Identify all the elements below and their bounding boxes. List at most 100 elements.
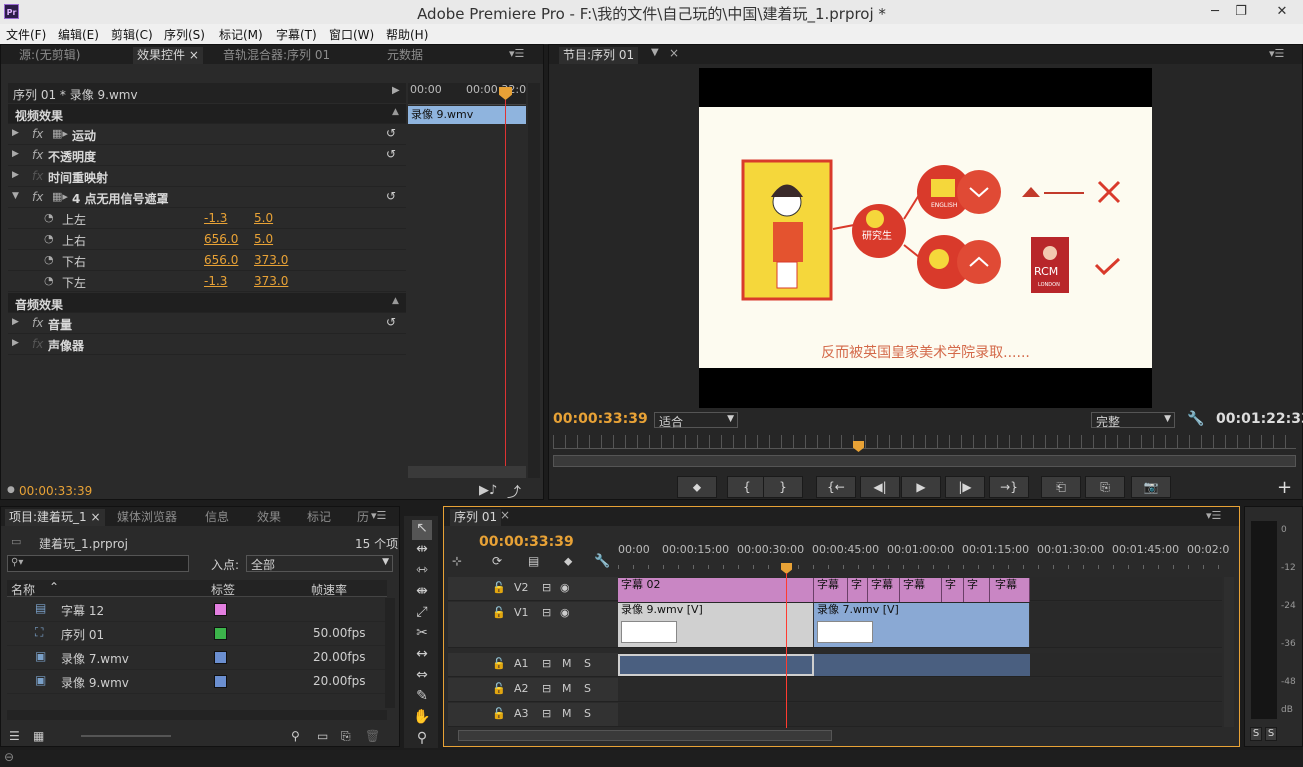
col-name[interactable]: 名称 bbox=[11, 581, 35, 598]
wrench-icon[interactable]: 🔧 bbox=[594, 554, 610, 569]
add-button-icon[interactable]: + bbox=[1277, 477, 1292, 498]
speaker-icon[interactable]: ⊟ bbox=[542, 707, 551, 720]
sort-up-icon[interactable]: ⌃ bbox=[49, 580, 59, 594]
wrench-icon[interactable]: 🔧 bbox=[1187, 411, 1204, 427]
effect-row[interactable]: ▶ fx 不透明度 ↺ bbox=[8, 146, 406, 166]
quality-dropdown[interactable]: 完整 ▼ bbox=[1091, 412, 1175, 429]
disclosure-arrow-icon[interactable]: ▶ bbox=[12, 170, 19, 180]
tab-source[interactable]: 源:(无剪辑) bbox=[15, 47, 84, 64]
transport-button-7[interactable]: →} bbox=[989, 476, 1029, 498]
new-bin-icon[interactable]: ▭ bbox=[317, 729, 328, 743]
new-item-icon[interactable]: ⎘ bbox=[341, 729, 351, 744]
effect-row[interactable]: ▶ fx 声像器 bbox=[8, 335, 406, 355]
list-item[interactable]: ▣ 录像 9.wmv 20.00fps bbox=[7, 670, 387, 694]
param-y[interactable]: 373.0 bbox=[254, 274, 288, 288]
program-ruler[interactable] bbox=[553, 435, 1296, 449]
title-clip[interactable]: 字幕 bbox=[900, 578, 942, 602]
project-vscroll[interactable] bbox=[385, 598, 395, 708]
reset-icon[interactable]: ↺ bbox=[386, 315, 396, 329]
menu-clip[interactable]: 剪辑(C) bbox=[111, 26, 153, 43]
solo-right-button[interactable]: S bbox=[1265, 727, 1277, 741]
effect-row[interactable]: ▶ fx ▦▸ 运动 ↺ bbox=[8, 125, 406, 145]
param-x[interactable]: -1.3 bbox=[204, 211, 227, 225]
video-clip[interactable]: 录像 7.wmv [V] bbox=[814, 603, 1030, 647]
title-clip[interactable]: 字 bbox=[964, 578, 990, 602]
panel-menu-icon[interactable]: ▾☰ bbox=[371, 509, 386, 522]
label-swatch[interactable] bbox=[214, 651, 227, 664]
speaker-icon[interactable]: ⊟ bbox=[542, 682, 551, 695]
eye-icon[interactable]: ◉ bbox=[560, 581, 570, 594]
transport-button-6[interactable]: |▶ bbox=[945, 476, 985, 498]
title-clip[interactable]: 字幕 bbox=[868, 578, 900, 602]
slip-tool-icon[interactable]: ↔ bbox=[412, 646, 432, 666]
transport-button-1[interactable]: { bbox=[727, 476, 767, 498]
stopwatch-icon[interactable]: ◔ bbox=[44, 232, 54, 245]
reset-icon[interactable]: ↺ bbox=[386, 189, 396, 203]
restore-button[interactable]: ❐ bbox=[1228, 2, 1254, 22]
tab-markers[interactable]: 标记 bbox=[303, 509, 335, 526]
param-y[interactable]: 5.0 bbox=[254, 211, 273, 225]
rate-tool-icon[interactable]: ⤢ bbox=[412, 604, 432, 624]
reset-icon[interactable]: ↺ bbox=[386, 147, 396, 161]
export-icon[interactable]: ⤴ bbox=[507, 482, 521, 502]
list-item[interactable]: ⛶ 序列 01 50.00fps bbox=[7, 622, 387, 646]
solo-left-button[interactable]: S bbox=[1250, 727, 1262, 741]
lock-icon[interactable]: 🔓 bbox=[492, 707, 506, 720]
collapse-icon[interactable]: ▲ bbox=[392, 107, 399, 117]
menu-marker[interactable]: 标记(M) bbox=[219, 26, 263, 43]
select-tool-icon[interactable]: ↖ bbox=[412, 520, 432, 540]
search-input[interactable]: ⚲▾ bbox=[7, 555, 189, 572]
play-audio-icon[interactable]: ▶♪ bbox=[479, 483, 497, 498]
tab-history[interactable]: 历 bbox=[353, 509, 373, 526]
panel-menu-icon[interactable]: ▾☰ bbox=[509, 47, 524, 60]
lock-icon[interactable]: 🔓 bbox=[492, 682, 506, 695]
panel-menu-icon[interactable]: ▾☰ bbox=[1269, 47, 1284, 60]
find-icon[interactable]: ⚲ bbox=[291, 729, 300, 743]
menu-edit[interactable]: 编辑(E) bbox=[58, 26, 99, 43]
program-zoom-scroll[interactable] bbox=[553, 455, 1296, 467]
lock-icon[interactable]: 🔓 bbox=[492, 606, 506, 619]
col-label[interactable]: 标签 bbox=[211, 581, 235, 598]
param-x[interactable]: -1.3 bbox=[204, 274, 227, 288]
track-select-tool-icon[interactable]: ⇹ bbox=[412, 541, 432, 561]
label-swatch[interactable] bbox=[214, 603, 227, 616]
list-item[interactable]: ▣ 录像 7.wmv 20.00fps bbox=[7, 646, 387, 670]
timeline-timecode[interactable]: 00:00:33:39 bbox=[479, 534, 574, 550]
audio-clip[interactable] bbox=[618, 654, 814, 676]
tab-effects[interactable]: 效果 bbox=[253, 509, 285, 526]
transport-button-9[interactable]: ⎘ bbox=[1085, 476, 1125, 498]
mute-button[interactable]: M bbox=[562, 682, 572, 695]
solo-button[interactable]: S bbox=[584, 657, 591, 670]
tab-project[interactable]: 项目:建着玩_1 × bbox=[5, 509, 105, 526]
linked-select-icon[interactable]: ⟳ bbox=[492, 554, 502, 568]
lock-icon[interactable]: 🔓 bbox=[492, 581, 506, 594]
marker-icon[interactable]: ⬥ bbox=[564, 554, 572, 569]
program-dropdown-icon[interactable]: ▼ bbox=[651, 47, 659, 58]
ripple-tool-icon[interactable]: ⇿ bbox=[412, 562, 432, 582]
effect-row[interactable]: ▶ fx 音量 ↺ bbox=[8, 314, 406, 334]
close-button[interactable]: ✕ bbox=[1262, 2, 1302, 22]
tab-sequence[interactable]: 序列 01 bbox=[450, 509, 502, 526]
effect-hscroll[interactable] bbox=[408, 466, 526, 478]
param-x[interactable]: 656.0 bbox=[204, 253, 238, 267]
tab-audio-mixer[interactable]: 音轨混合器:序列 01 bbox=[219, 47, 334, 64]
effect-vscroll[interactable] bbox=[528, 83, 540, 478]
expand-arrow-icon[interactable]: ▶ bbox=[392, 85, 400, 96]
timeline-hscroll[interactable] bbox=[458, 730, 832, 741]
disclosure-arrow-icon[interactable]: ▶ bbox=[12, 128, 19, 138]
project-hscroll[interactable] bbox=[7, 710, 387, 720]
rolling-tool-icon[interactable]: ⇼ bbox=[412, 583, 432, 603]
film-icon[interactable]: ⊟ bbox=[542, 606, 551, 619]
tab-metadata[interactable]: 元数据 bbox=[383, 47, 427, 64]
label-swatch[interactable] bbox=[214, 627, 227, 640]
stopwatch-icon[interactable]: ◔ bbox=[44, 274, 54, 287]
title-clip[interactable]: 字 bbox=[942, 578, 964, 602]
timeline-vscroll[interactable] bbox=[1224, 577, 1234, 727]
eye-icon[interactable]: ◉ bbox=[560, 606, 570, 619]
fit-dropdown[interactable]: 适合 ▼ bbox=[654, 412, 738, 429]
transport-button-3[interactable]: {← bbox=[816, 476, 856, 498]
icon-view-icon[interactable]: ▦ bbox=[33, 729, 44, 743]
transport-button-0[interactable]: ⬥ bbox=[677, 476, 717, 498]
film-icon[interactable]: ⊟ bbox=[542, 581, 551, 594]
tab-program[interactable]: 节目:序列 01 bbox=[559, 47, 639, 64]
